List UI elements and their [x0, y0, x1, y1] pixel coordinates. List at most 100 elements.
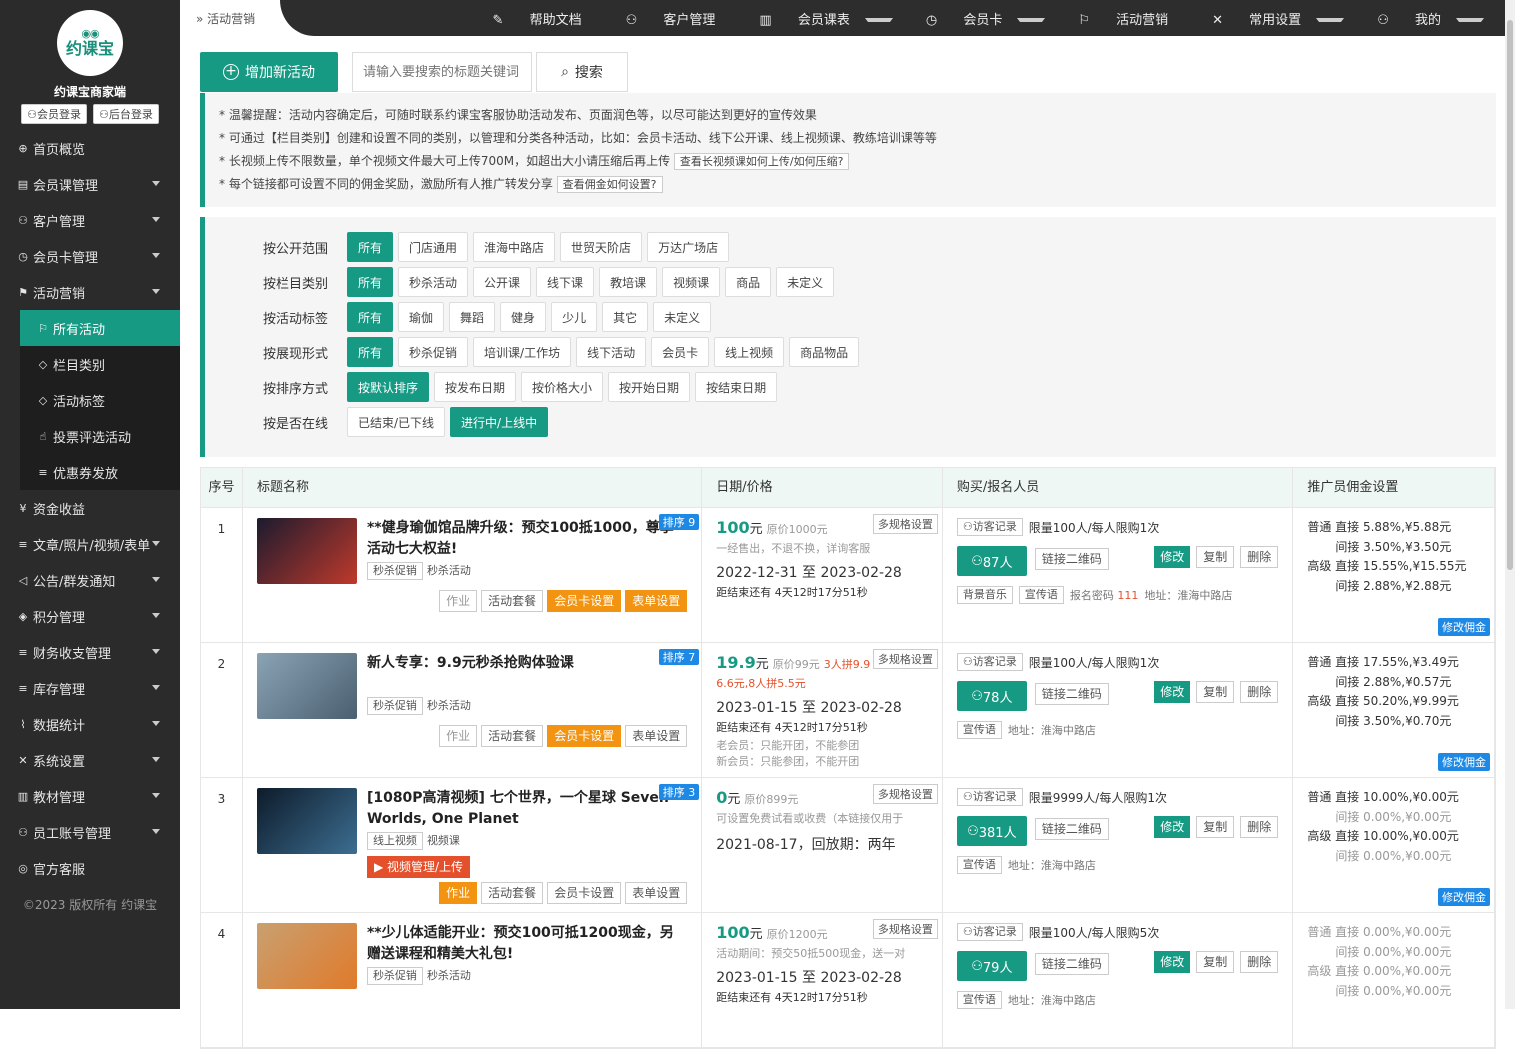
filter-chip[interactable]: 秒杀活动 — [398, 267, 469, 297]
participants-button[interactable]: ⚇ 78人 — [956, 681, 1027, 711]
filter-chip[interactable]: 按默认排序 — [347, 372, 430, 402]
filter-chip[interactable]: 进行中/上线中 — [450, 407, 549, 437]
filter-chip[interactable]: 所有 — [347, 232, 394, 262]
top-nav-item[interactable]: ✎ 帮助文档 — [471, 9, 604, 28]
activity-op-button[interactable]: 表单设置 — [625, 882, 688, 904]
sidebar-item[interactable]: ⚇ 员工账号管理 — [0, 814, 180, 850]
sidebar-item[interactable]: ¥ 资金收益 — [0, 490, 180, 526]
top-nav-item[interactable]: ⚐ 活动营销 — [1056, 9, 1190, 28]
notice-link[interactable]: 查看佣金如何设置? — [556, 176, 663, 193]
filter-chip[interactable]: 按结束日期 — [695, 372, 778, 402]
spec-settings-button[interactable]: 多规格设置 — [872, 784, 938, 804]
activity-title[interactable]: [1080P高清视频] 七个世界，一个星球 Seven Worlds, One … — [367, 788, 687, 830]
sidebar-item[interactable]: ⌇ 数据统计 — [0, 706, 180, 742]
filter-chip[interactable]: 所有 — [347, 267, 394, 297]
video-manage-button[interactable]: ▶ 视频管理/上传 — [366, 856, 471, 878]
filter-chip[interactable]: 会员卡 — [651, 337, 710, 367]
qr-code-button[interactable]: 链接二维码 — [1034, 953, 1109, 975]
sidebar-item[interactable]: ≡ 库存管理 — [0, 670, 180, 706]
sidebar-item[interactable]: ⚑ 活动营销 — [0, 274, 180, 310]
sidebar-item[interactable]: ☝ 投票评选活动 — [20, 418, 180, 454]
edit-commission-button[interactable]: 修改佣金 — [1438, 753, 1491, 771]
activity-op-button[interactable]: 表单设置 — [625, 725, 688, 747]
visitor-record-button[interactable]: ⚇访客记录 — [956, 518, 1023, 536]
filter-chip[interactable]: 秒杀促销 — [398, 337, 469, 367]
filter-chip[interactable]: 瑜伽 — [398, 302, 445, 332]
copy-button[interactable]: 复制 — [1196, 681, 1235, 703]
edit-button[interactable]: 修改 — [1154, 816, 1191, 838]
filter-chip[interactable]: 按发布日期 — [434, 372, 517, 402]
activity-op-button[interactable]: 活动套餐 — [481, 882, 544, 904]
participants-button[interactable]: ⚇ 87人 — [956, 546, 1027, 576]
activity-op-button[interactable]: 会员卡设置 — [547, 590, 622, 612]
sidebar-item[interactable]: ◈ 积分管理 — [0, 598, 180, 634]
edit-button[interactable]: 修改 — [1154, 546, 1191, 568]
spec-settings-button[interactable]: 多规格设置 — [872, 919, 938, 939]
activity-title[interactable]: 新人专享：9.9元秒杀抢购体验课 — [367, 653, 687, 674]
activity-op-button[interactable]: 作业 — [439, 882, 478, 904]
extra-button[interactable]: 宣传语 — [956, 991, 1002, 1009]
search-button[interactable]: ⌕ 搜索 — [536, 52, 628, 92]
sidebar-item[interactable]: ◷ 会员卡管理 — [0, 238, 180, 274]
edit-button[interactable]: 修改 — [1154, 681, 1191, 703]
sidebar-item[interactable]: ≡ 财务收支管理 — [0, 634, 180, 670]
search-input[interactable] — [352, 52, 532, 92]
sidebar-item[interactable]: ⊕ 首页概览 — [0, 130, 180, 166]
filter-chip[interactable]: 商品物品 — [789, 337, 860, 367]
activity-op-button[interactable]: 作业 — [439, 725, 478, 747]
filter-chip[interactable]: 按价格大小 — [521, 372, 604, 402]
qr-code-button[interactable]: 链接二维码 — [1034, 683, 1109, 705]
filter-chip[interactable]: 按开始日期 — [608, 372, 691, 402]
filter-chip[interactable]: 线上视频 — [714, 337, 785, 367]
activity-op-button[interactable]: 会员卡设置 — [547, 725, 622, 747]
sidebar-item[interactable]: ⚐ 所有活动 — [20, 310, 180, 346]
visitor-record-button[interactable]: ⚇访客记录 — [956, 923, 1023, 941]
activity-thumbnail[interactable] — [256, 653, 357, 719]
sidebar-item[interactable]: ◇ 活动标签 — [20, 382, 180, 418]
filter-chip[interactable]: 万达广场店 — [647, 232, 730, 262]
edit-button[interactable]: 修改 — [1154, 951, 1191, 973]
filter-chip[interactable]: 所有 — [347, 337, 394, 367]
activity-op-button[interactable]: 表单设置 — [625, 590, 688, 612]
extra-button[interactable]: 宣传语 — [956, 721, 1002, 739]
copy-button[interactable]: 复制 — [1196, 816, 1235, 838]
extra-button[interactable]: 背景音乐 — [956, 586, 1013, 604]
participants-button[interactable]: ⚇ 79人 — [956, 951, 1027, 981]
spec-settings-button[interactable]: 多规格设置 — [872, 649, 938, 669]
member-login-button[interactable]: ⚇会员登录 — [21, 104, 87, 124]
filter-chip[interactable]: 健身 — [500, 302, 547, 332]
filter-chip[interactable]: 淮海中路店 — [473, 232, 556, 262]
filter-chip[interactable]: 视频课 — [662, 267, 721, 297]
visitor-record-button[interactable]: ⚇访客记录 — [956, 653, 1023, 671]
filter-chip[interactable]: 商品 — [725, 267, 772, 297]
activity-title[interactable]: **健身瑜伽馆品牌升级：预交100抵1000，尊享活动七大权益! — [367, 518, 687, 560]
extra-button[interactable]: 宣传语 — [956, 856, 1002, 874]
filter-chip[interactable]: 门店通用 — [398, 232, 469, 262]
sidebar-item[interactable]: ✕ 系统设置 — [0, 742, 180, 778]
scrollbar-thumb[interactable] — [1507, 20, 1513, 570]
edit-commission-button[interactable]: 修改佣金 — [1438, 888, 1491, 906]
activity-thumbnail[interactable] — [256, 788, 357, 854]
sidebar-item[interactable]: ≡ 优惠券发放 — [20, 454, 180, 490]
filter-chip[interactable]: 世贸天阶店 — [560, 232, 643, 262]
filter-chip[interactable]: 未定义 — [653, 302, 712, 332]
qr-code-button[interactable]: 链接二维码 — [1034, 548, 1109, 570]
top-nav-item[interactable]: ◷ 会员卡 — [904, 9, 1057, 28]
filter-chip[interactable]: 舞蹈 — [449, 302, 496, 332]
filter-chip[interactable]: 已结束/已下线 — [347, 407, 446, 437]
edit-commission-button[interactable]: 修改佣金 — [1438, 618, 1491, 636]
qr-code-button[interactable]: 链接二维码 — [1034, 818, 1109, 840]
filter-chip[interactable]: 未定义 — [776, 267, 835, 297]
top-nav-item[interactable]: ⚇ 我的 — [1355, 9, 1495, 28]
top-nav-item[interactable]: ✕ 常用设置 — [1190, 9, 1355, 28]
spec-settings-button[interactable]: 多规格设置 — [872, 514, 938, 534]
activity-op-button[interactable]: 活动套餐 — [481, 725, 544, 747]
admin-login-button[interactable]: ⚇后台登录 — [93, 104, 159, 124]
filter-chip[interactable]: 其它 — [602, 302, 649, 332]
activity-op-button[interactable]: 作业 — [439, 590, 478, 612]
activity-thumbnail[interactable] — [256, 518, 357, 584]
sidebar-item[interactable]: ▤ 会员课管理 — [0, 166, 180, 202]
top-nav-item[interactable]: ⚇ 客户管理 — [604, 9, 738, 28]
filter-chip[interactable]: 公开课 — [473, 267, 532, 297]
delete-button[interactable]: 删除 — [1240, 951, 1279, 973]
